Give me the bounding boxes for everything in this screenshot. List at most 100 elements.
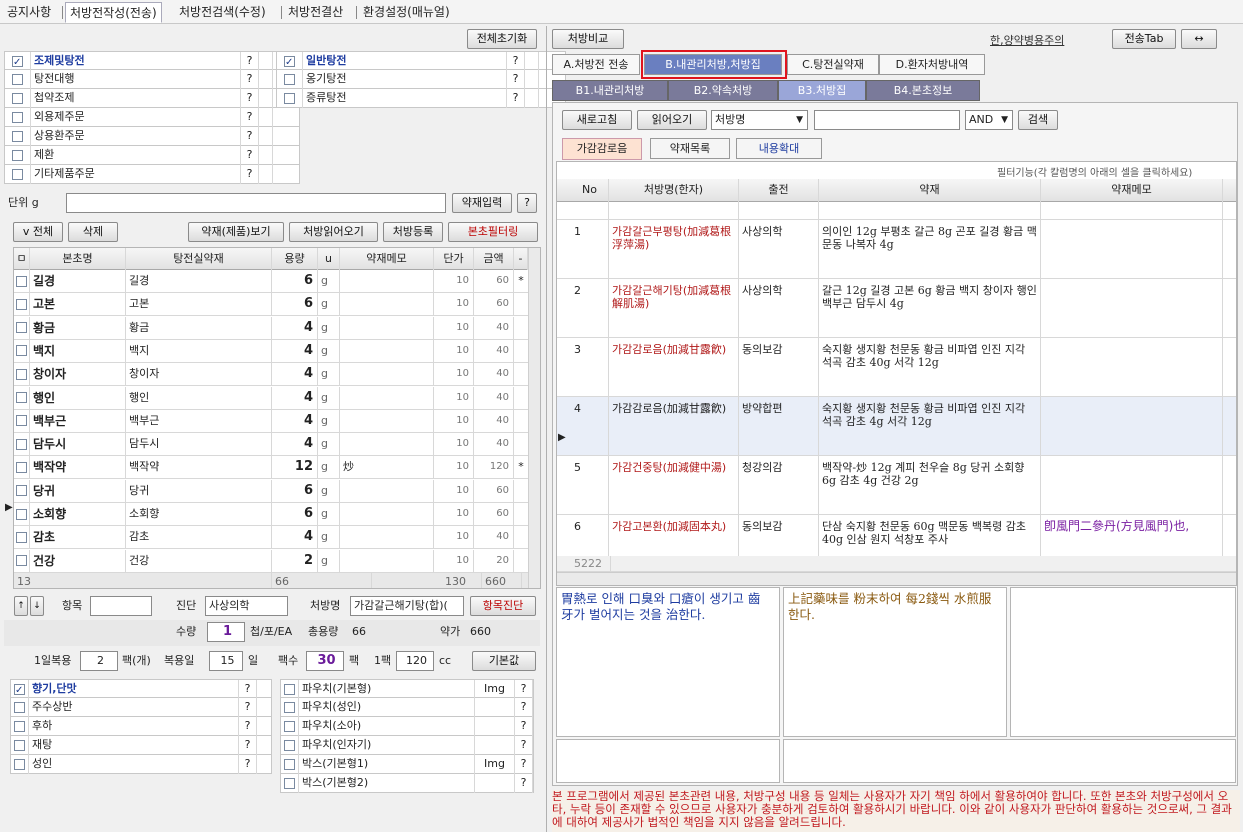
herb-qty[interactable]: 6 [272,270,318,293]
herb-table-scrollbar[interactable] [528,248,540,588]
header-name-col[interactable]: 본초명 [30,248,126,270]
herb-qty[interactable]: 6 [272,293,318,317]
diag-input[interactable]: 사상의학 [205,596,288,616]
herb-qty[interactable]: 4 [272,386,318,410]
header-amount-col[interactable]: 금액 [474,248,514,270]
option-row[interactable]: 향기,단맛? [10,679,272,699]
option-help[interactable]: ? [239,717,257,736]
herb-row-checkbox[interactable] [16,508,27,520]
option-help[interactable]: ? [515,755,533,774]
search-field-select[interactable]: 처방명 ▼ [711,110,808,130]
category-row[interactable]: 옹기탕전? [276,70,566,89]
tab-rx-write[interactable]: 처방전작성(전송) [65,2,162,23]
herb-row-checkbox[interactable] [16,322,27,334]
category-help[interactable]: ? [241,108,259,127]
option-help[interactable]: ? [239,736,257,755]
option-row[interactable]: 파우치(성인)? [280,698,534,717]
usage-text[interactable]: 上記藥味를 粉末하여 每2錢씩 水煎服한다. [783,587,1007,737]
filter-cell[interactable] [739,202,819,220]
rx-row[interactable]: 2 가감갈근해기탕(加減葛根解肌湯) 사상의학 갈근 12g 길경 고본 6g 황금 … [557,279,1236,338]
option-image-link[interactable] [475,717,515,736]
rx-row[interactable]: 3 가감감로음(加減甘露飮) 동의보감 숙지황 생지황 천문동 황금 비파엽 인진 지… [557,338,1236,397]
herb-memo[interactable] [340,409,434,433]
tab-notice[interactable]: 공지사항 [3,2,55,23]
herb-memo[interactable] [340,503,434,526]
option-checkbox[interactable] [14,758,25,770]
option-help[interactable]: ? [239,755,257,774]
category-row[interactable]: 일반탕전? [276,51,566,71]
option-image-link[interactable] [475,698,515,717]
header-unit-col[interactable]: u [318,248,340,270]
header-herbs-col[interactable]: 약재 [819,179,1041,202]
herb-memo[interactable] [340,386,434,410]
qty-input[interactable]: 1 [207,622,245,642]
category-checkbox[interactable] [284,73,295,85]
herb-qty[interactable]: 4 [272,316,318,340]
header-room-col[interactable]: 탕전실약재 [126,248,272,270]
herb-memo[interactable] [340,433,434,457]
header-qty-col[interactable]: 용량 [272,248,318,270]
herb-row[interactable]: 백작약 백작약 12 g 炒 10 120 * [14,456,528,480]
herb-memo[interactable] [340,549,434,573]
herb-row[interactable]: 건강 건강 2 g 10 20 [14,549,528,573]
option-row[interactable]: 파우치(인자기)? [280,736,534,755]
rx-row[interactable]: 4 가감감로음(加減甘露飮) 방약합편 숙지황 생지황 천문동 황금 비파엽 인진 지… [557,397,1236,456]
item-diag-button[interactable]: 항목진단 [470,596,536,616]
category-checkbox[interactable] [12,54,23,71]
search-input[interactable] [814,110,960,130]
option-row[interactable]: 후하? [10,717,272,736]
category-help[interactable]: ? [241,52,259,71]
subtab-rx-book[interactable]: B3.처방집 [778,80,866,101]
herb-row[interactable]: 고본 고본 6 g 10 60 [14,293,528,317]
option-help[interactable]: ? [239,698,257,717]
option-row[interactable]: 박스(기본형2)? [280,774,534,793]
header-name-col[interactable]: 처방명(한자) [609,179,739,202]
tab-rx-settle[interactable]: 처방전결산 [284,2,347,23]
select-all-button[interactable]: v 전체 [13,222,63,242]
herb-row-checkbox[interactable] [16,298,27,310]
category-checkbox[interactable] [284,54,295,71]
header-check-col[interactable]: ㅁ [14,248,30,270]
herb-memo[interactable] [340,479,434,503]
herb-qty[interactable]: 4 [272,433,318,457]
option-row[interactable]: 재탕? [10,736,272,755]
herb-row[interactable]: 소회향 소회향 6 g 10 60 [14,503,528,526]
herb-row-checkbox[interactable] [16,531,27,543]
herb-filter-button[interactable]: 본초필터링 [448,222,538,242]
indication-text[interactable]: 胃熱로 인해 口臭와 口瘡이 생기고 齒牙가 벌어지는 것을 治한다. [556,587,780,737]
tab-settings[interactable]: 환경설정(매뉴얼) [359,2,454,23]
search-button[interactable]: 검색 [1018,110,1058,130]
note-text-1[interactable] [556,739,780,783]
herb-row-checkbox[interactable] [16,368,27,380]
option-row[interactable]: 파우치(소아)? [280,717,534,736]
option-checkbox[interactable] [14,701,25,713]
category-help[interactable]: ? [507,70,525,89]
move-up-button[interactable]: ↑ [14,596,28,616]
category-row[interactable]: 상용환주문? [4,127,300,146]
send-tab-button[interactable]: 전송Tab [1112,29,1176,49]
category-checkbox[interactable] [12,92,23,104]
reset-all-button[interactable]: 전체초기화 [467,29,537,49]
category-checkbox[interactable] [12,168,23,180]
option-row[interactable]: 파우치(기본형) Img? [280,679,534,699]
herb-input-button[interactable]: 약재입력 [452,193,512,213]
category-help[interactable]: ? [241,146,259,165]
item-input[interactable] [90,596,152,616]
inner-tab-formula[interactable]: 가감감로음 [562,138,642,160]
tab-rx-send[interactable]: A.처방전 전송 [552,54,640,75]
move-down-button[interactable]: ↓ [30,596,44,616]
category-checkbox[interactable] [12,149,23,161]
herb-row-checkbox[interactable] [16,415,27,427]
combined-use-warning-link[interactable]: 한,양약병용주의 [990,32,1064,48]
category-row[interactable]: 탕전대행? [4,70,300,89]
inner-tab-herb-list[interactable]: 약재목록 [650,138,730,159]
rx-filter-row[interactable] [557,202,1236,220]
option-checkbox[interactable] [284,720,295,732]
swap-panels-button[interactable]: ↔ [1181,29,1217,49]
option-checkbox[interactable] [284,777,295,789]
option-help[interactable]: ? [239,680,257,699]
compare-rx-button[interactable]: 처방비교 [552,29,624,49]
category-row[interactable]: 제환? [4,146,300,165]
herb-row-checkbox[interactable] [16,392,27,403]
option-checkbox[interactable] [284,683,295,695]
